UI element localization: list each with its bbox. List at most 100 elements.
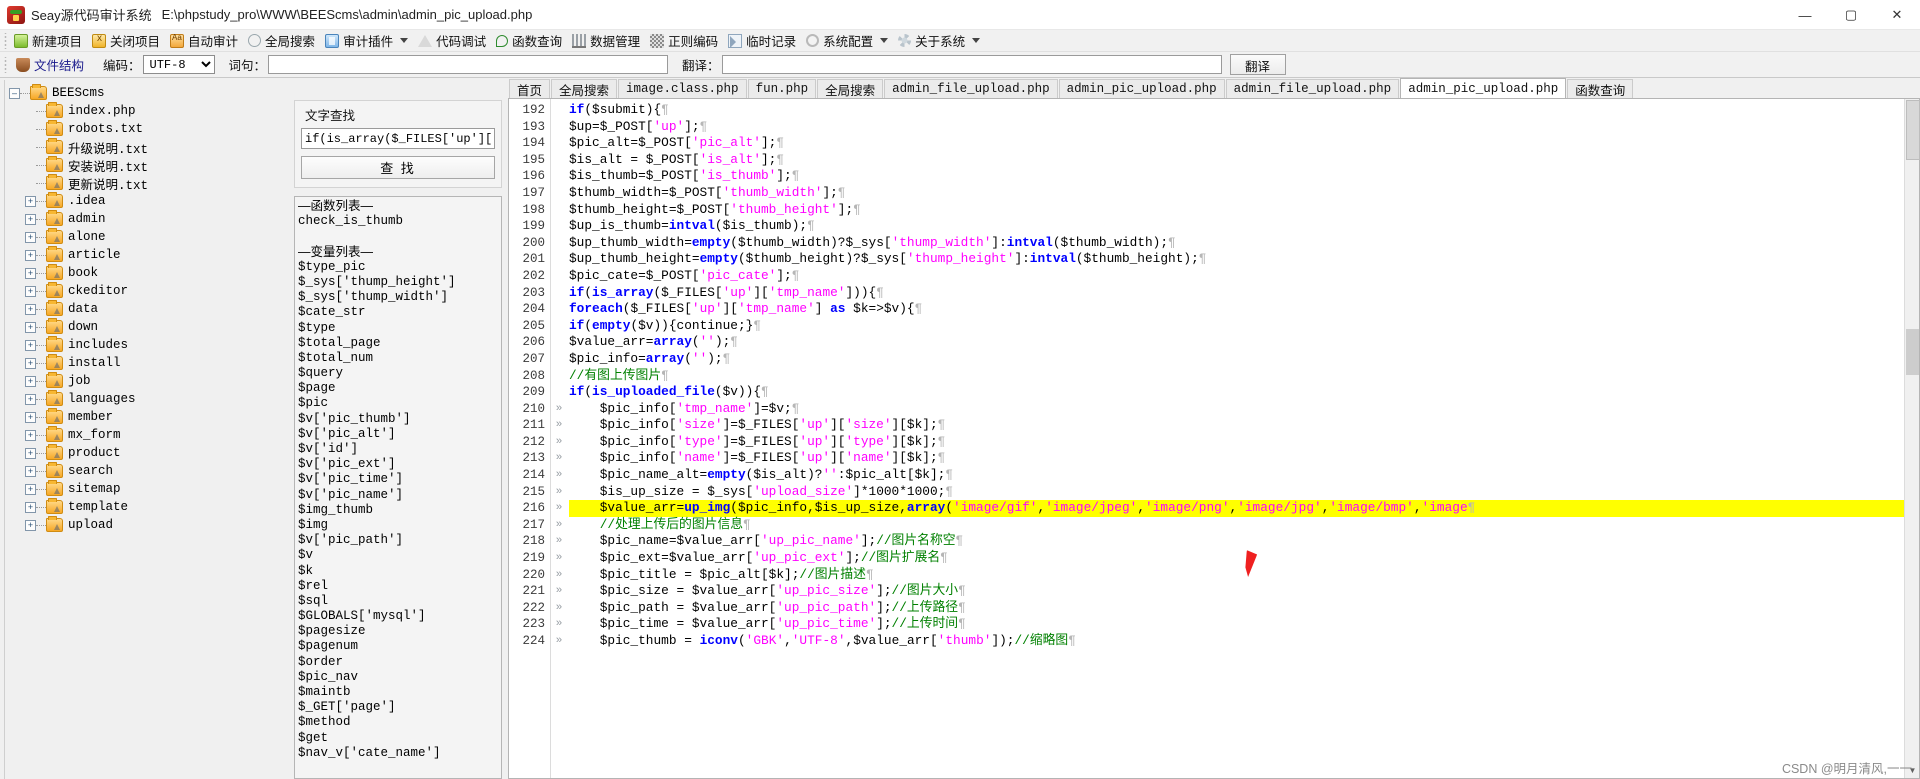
expand-icon[interactable]: +: [25, 411, 36, 423]
tree-node-includes[interactable]: + includes: [5, 336, 288, 354]
symbol-list-item[interactable]: $pic: [298, 396, 501, 411]
editor-tab-2[interactable]: 全局搜索: [551, 79, 618, 98]
expand-icon[interactable]: +: [25, 249, 36, 261]
code-line-213[interactable]: $pic_info['name']=$_FILES['up']['name'][…: [569, 450, 1919, 467]
expand-icon[interactable]: +: [25, 321, 36, 333]
right-dock-strip[interactable]: [1906, 100, 1920, 160]
vertical-scrollbar[interactable]: ▲ ▼: [1904, 99, 1919, 778]
expand-icon[interactable]: +: [25, 339, 36, 351]
symbol-list-item[interactable]: $_sys['thump_height']: [298, 275, 501, 290]
code-line-201[interactable]: $up_thumb_height=empty($thumb_height)?$_…: [569, 251, 1919, 268]
symbol-list-item[interactable]: $v['id']: [298, 442, 501, 457]
code-line-224[interactable]: $pic_thumb = iconv('GBK','UTF-8',$value_…: [569, 633, 1919, 650]
toolbar-data-manage[interactable]: 数据管理: [567, 31, 645, 51]
tree-node-article[interactable]: + article: [5, 246, 288, 264]
code-line-199[interactable]: $up_is_thumb=intval($is_thumb);¶: [569, 218, 1919, 235]
code-line-204[interactable]: foreach($_FILES['up']['tmp_name'] as $k=…: [569, 301, 1919, 318]
symbol-list-item[interactable]: $GLOBALS['mysql']: [298, 609, 501, 624]
symbol-list-item[interactable]: $v['pic_alt']: [298, 427, 501, 442]
editor-tab-1[interactable]: 首页: [509, 79, 551, 98]
tree-node-product[interactable]: + product: [5, 444, 288, 462]
tree-node-down[interactable]: + down: [5, 318, 288, 336]
code-line-212[interactable]: $pic_info['type']=$_FILES['up']['type'][…: [569, 434, 1919, 451]
toolbar-regex-encode[interactable]: 正则编码: [645, 31, 723, 51]
code-line-195[interactable]: $is_alt = $_POST['is_alt'];¶: [569, 152, 1919, 169]
tree-node-.txt[interactable]: 更新说明.txt: [5, 174, 288, 193]
tree-node-upload[interactable]: + upload: [5, 516, 288, 534]
expand-icon[interactable]: +: [25, 393, 36, 405]
code-line-198[interactable]: $thumb_height=$_POST['thumb_height'];¶: [569, 202, 1919, 219]
editor-tab-8[interactable]: admin_file_upload.php: [1225, 79, 1400, 98]
expand-icon[interactable]: +: [25, 357, 36, 369]
code-line-218[interactable]: $pic_name=$value_arr['up_pic_name'];//图片…: [569, 533, 1919, 550]
expand-icon[interactable]: +: [25, 465, 36, 477]
code-line-200[interactable]: $up_thumb_width=empty($thumb_width)?$_sy…: [569, 235, 1919, 252]
minimize-icon[interactable]: —: [1782, 0, 1828, 30]
toolbar-audit-plugin[interactable]: 审计插件: [320, 31, 413, 51]
find-button[interactable]: 查 找: [301, 156, 495, 179]
symbol-list-item[interactable]: $cate_str: [298, 305, 501, 320]
code-line-203[interactable]: if(is_array($_FILES['up']['tmp_name'])){…: [569, 285, 1919, 302]
symbol-list-item[interactable]: $v['pic_time']: [298, 472, 501, 487]
code-line-202[interactable]: $pic_cate=$_POST['pic_cate'];¶: [569, 268, 1919, 285]
symbol-list-item[interactable]: $img: [298, 518, 501, 533]
expand-icon[interactable]: +: [25, 285, 36, 297]
tree-node-search[interactable]: + search: [5, 462, 288, 480]
code-line-205[interactable]: if(empty($v)){continue;}¶: [569, 318, 1919, 335]
symbol-list-item[interactable]: $pic_nav: [298, 670, 501, 685]
symbol-list-item[interactable]: $pagenum: [298, 639, 501, 654]
chevron-down-icon[interactable]: [972, 38, 981, 43]
code-line-211[interactable]: $pic_info['size']=$_FILES['up']['size'][…: [569, 417, 1919, 434]
code-line-206[interactable]: $value_arr=array('');¶: [569, 334, 1919, 351]
code-editor[interactable]: 192 193 194 195 196 197 198 199 200 201 202 203 204 2…: [508, 98, 1920, 779]
code-line-215[interactable]: $is_up_size = $_sys['upload_size']*1000*…: [569, 484, 1919, 501]
tree-node-data[interactable]: + data: [5, 300, 288, 318]
tree-node-install[interactable]: + install: [5, 354, 288, 372]
tree-node-mx_form[interactable]: + mx_form: [5, 426, 288, 444]
editor-tab-6[interactable]: admin_file_upload.php: [884, 79, 1058, 98]
translate-button[interactable]: 翻译: [1229, 54, 1286, 75]
toolbar-about[interactable]: 关于系统: [893, 31, 985, 51]
toolbar-code-debug[interactable]: 代码调试: [413, 31, 491, 51]
symbol-list-item[interactable]: $get: [298, 731, 501, 746]
tree-node-admin[interactable]: + admin: [5, 210, 288, 228]
code-line-210[interactable]: $pic_info['tmp_name']=$v;¶: [569, 401, 1919, 418]
symbol-list-item[interactable]: $nav_v['cate_name']: [298, 746, 501, 761]
expand-icon[interactable]: +: [25, 375, 36, 387]
toolbar-temp-record[interactable]: 临时记录: [723, 31, 801, 51]
symbol-list-item[interactable]: $page: [298, 381, 501, 396]
toolbar-new-project[interactable]: 新建项目: [9, 31, 87, 51]
toolbar-close-project[interactable]: 关闭项目: [87, 31, 165, 51]
tree-node-job[interactable]: + job: [5, 372, 288, 390]
expand-icon[interactable]: +: [25, 195, 36, 207]
code-line-223[interactable]: $pic_time = $value_arr['up_pic_time'];//…: [569, 616, 1919, 633]
tree-node-.idea[interactable]: + .idea: [5, 192, 288, 210]
collapse-icon[interactable]: –: [9, 87, 20, 99]
text-find-input[interactable]: [301, 128, 495, 149]
symbol-list-item[interactable]: —变量列表—: [298, 245, 501, 260]
symbol-list-item[interactable]: $_sys['thump_width']: [298, 290, 501, 305]
expand-icon[interactable]: +: [25, 231, 36, 243]
symbol-list-item[interactable]: $v['pic_thumb']: [298, 412, 501, 427]
tree-node-sitemap[interactable]: + sitemap: [5, 480, 288, 498]
code-line-221[interactable]: $pic_size = $value_arr['up_pic_size'];//…: [569, 583, 1919, 600]
tree-node-ckeditor[interactable]: + ckeditor: [5, 282, 288, 300]
code-content[interactable]: if($submit){¶ $up=$_POST['up'];¶ $pic_alt=…: [567, 99, 1919, 778]
expand-icon[interactable]: +: [25, 447, 36, 459]
code-line-207[interactable]: $pic_info=array('');¶: [569, 351, 1919, 368]
close-icon[interactable]: ✕: [1874, 0, 1920, 30]
symbol-list-item[interactable]: —函数列表—: [298, 199, 501, 214]
toolbar-auto-audit[interactable]: 自动审计: [165, 31, 243, 51]
symbol-list-item[interactable]: $v['pic_path']: [298, 533, 501, 548]
symbol-list-item[interactable]: $v['pic_ext']: [298, 457, 501, 472]
tree-node-member[interactable]: + member: [5, 408, 288, 426]
tree-node-languages[interactable]: + languages: [5, 390, 288, 408]
expand-icon[interactable]: +: [25, 501, 36, 513]
expand-icon[interactable]: +: [25, 483, 36, 495]
scrollbar-thumb[interactable]: [1906, 329, 1919, 375]
expand-icon[interactable]: +: [25, 519, 36, 531]
symbol-list-item[interactable]: $_GET['page']: [298, 700, 501, 715]
tree-node-book[interactable]: + book: [5, 264, 288, 282]
expand-icon[interactable]: +: [25, 213, 36, 225]
symbol-list-item[interactable]: $img_thumb: [298, 503, 501, 518]
